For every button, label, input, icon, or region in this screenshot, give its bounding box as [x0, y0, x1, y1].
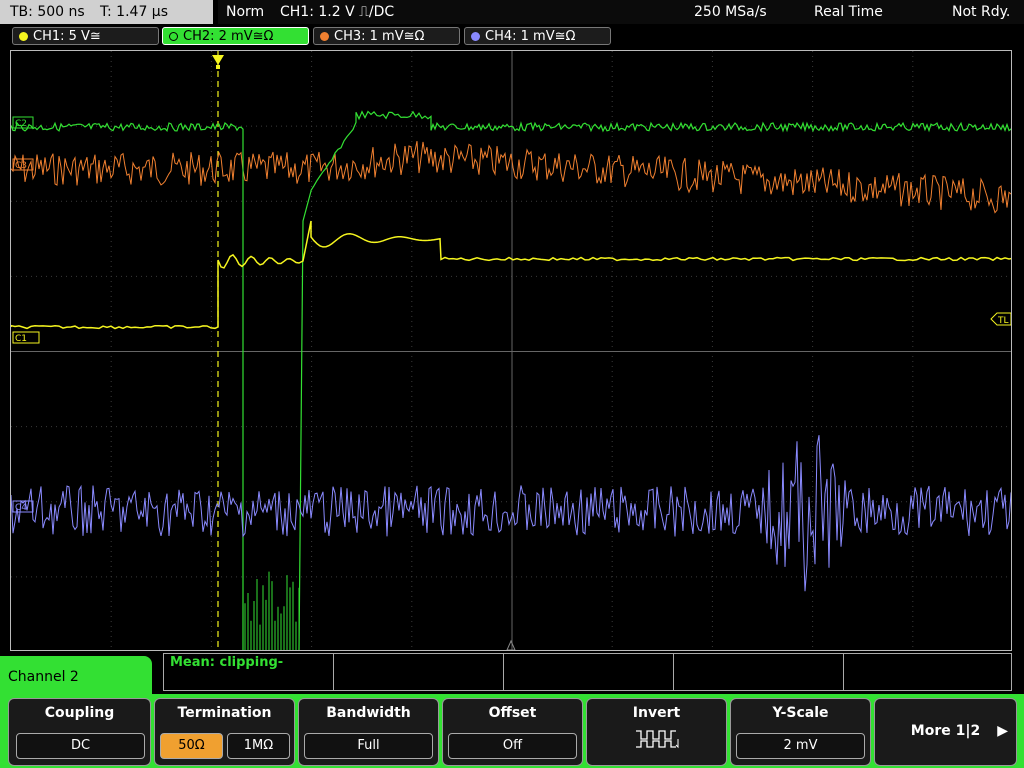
play-arrow-icon: ▶: [997, 723, 1008, 739]
bandwidth-title: Bandwidth: [326, 705, 411, 721]
graticule: [11, 51, 1011, 650]
trigger-mode: Norm: [226, 4, 265, 20]
measurement-cell[interactable]: [334, 654, 504, 690]
yscale-value[interactable]: 2 mV: [736, 733, 865, 759]
channel-tabs: CH1: 5 V≅ CH2: 2 mV≅Ω CH3: 1 mV≅Ω CH4: 1…: [0, 26, 1024, 48]
ch1-color-dot-icon: [19, 32, 28, 41]
measurement-cell[interactable]: [504, 654, 674, 690]
ch2-marker-label: C2: [15, 119, 27, 129]
bandwidth-softkey[interactable]: Bandwidth Full: [298, 698, 439, 766]
trigger-time-readout: T: 1.47 µs: [100, 4, 169, 20]
menu-title: Channel 2: [0, 656, 152, 694]
termination-1mohm-option[interactable]: 1MΩ: [227, 733, 290, 759]
yscale-softkey[interactable]: Y-Scale 2 mV: [730, 698, 871, 766]
more-softkey[interactable]: More 1|2 ▶: [874, 698, 1017, 766]
more-label: More 1|2: [910, 723, 981, 739]
ch2-ground-marker[interactable]: C2: [12, 116, 34, 129]
bandwidth-value[interactable]: Full: [304, 733, 433, 759]
sample-rate: 250 MSa/s: [694, 4, 767, 20]
ch2-color-dot-icon: [169, 32, 178, 41]
ch2-clipping-trace: [244, 571, 300, 650]
measurement-bar[interactable]: Mean: clipping-: [163, 653, 1012, 691]
tab-ch2[interactable]: CH2: 2 mV≅Ω: [162, 27, 309, 45]
ch1-marker-label: C1: [15, 334, 27, 344]
ch4-marker-label: C4: [15, 503, 27, 513]
ch3-marker-label: C3: [15, 161, 27, 171]
coupling-softkey[interactable]: Coupling DC: [8, 698, 151, 766]
ch1-ground-marker[interactable]: C1: [12, 331, 40, 344]
ch3-label: CH3: 1 mV≅Ω: [334, 29, 425, 44]
termination-50ohm-option[interactable]: 50Ω: [160, 733, 223, 759]
termination-softkey[interactable]: Termination 50Ω 1MΩ: [154, 698, 295, 766]
ch4-color-dot-icon: [471, 32, 480, 41]
invert-waveform-icon: [636, 730, 679, 749]
measurement-cell[interactable]: [674, 654, 844, 690]
offset-softkey[interactable]: Offset Off: [442, 698, 583, 766]
ch4-label: CH4: 1 mV≅Ω: [485, 29, 576, 44]
tab-ch3[interactable]: CH3: 1 mV≅Ω: [313, 27, 460, 45]
invert-softkey[interactable]: Invert: [586, 698, 727, 766]
trigger-setting: CH1: 1.2 V ⎍/DC: [280, 4, 395, 20]
measurement-mean: Mean: clipping-: [170, 655, 284, 670]
status-trigger-panel[interactable]: Norm CH1: 1.2 V ⎍/DC 250 MSa/s Real Time: [218, 0, 936, 24]
trigger-level-marker[interactable]: TL: [990, 312, 1011, 326]
tab-ch1[interactable]: CH1: 5 V≅: [12, 27, 159, 45]
tab-ch4[interactable]: CH4: 1 mV≅Ω: [464, 27, 611, 45]
offset-title: Offset: [488, 705, 537, 721]
waveform-canvas: C2 C3 C1 C4 TL: [11, 51, 1011, 650]
acquisition-mode: Real Time: [814, 4, 883, 20]
invert-title: Invert: [632, 705, 681, 721]
ch1-label: CH1: 5 V≅: [33, 29, 101, 44]
coupling-title: Coupling: [44, 705, 115, 721]
trigger-marker-icon[interactable]: [212, 55, 224, 65]
waveform-display[interactable]: C2 C3 C1 C4 TL: [10, 50, 1012, 651]
ready-state: Not Rdy.: [952, 4, 1011, 20]
measurement-cell[interactable]: Mean: clipping-: [164, 654, 334, 690]
offset-value[interactable]: Off: [448, 733, 577, 759]
trigger-marker-stem: [216, 65, 220, 69]
coupling-value[interactable]: DC: [16, 733, 145, 759]
ready-state-panel: Not Rdy.: [936, 0, 1024, 24]
ch4-ground-marker[interactable]: C4: [12, 500, 34, 513]
trigger-level-label: TL: [997, 316, 1009, 326]
termination-title: Termination: [177, 705, 272, 721]
center-marker-icon: [506, 639, 516, 650]
measurement-cell[interactable]: [844, 654, 1011, 690]
status-timebase-panel[interactable]: TB: 500 ns T: 1.47 µs: [0, 0, 213, 24]
timebase-readout: TB: 500 ns: [10, 4, 85, 20]
ch3-color-dot-icon: [320, 32, 329, 41]
ch2-label: CH2: 2 mV≅Ω: [183, 29, 274, 44]
yscale-title: Y-Scale: [772, 705, 829, 721]
